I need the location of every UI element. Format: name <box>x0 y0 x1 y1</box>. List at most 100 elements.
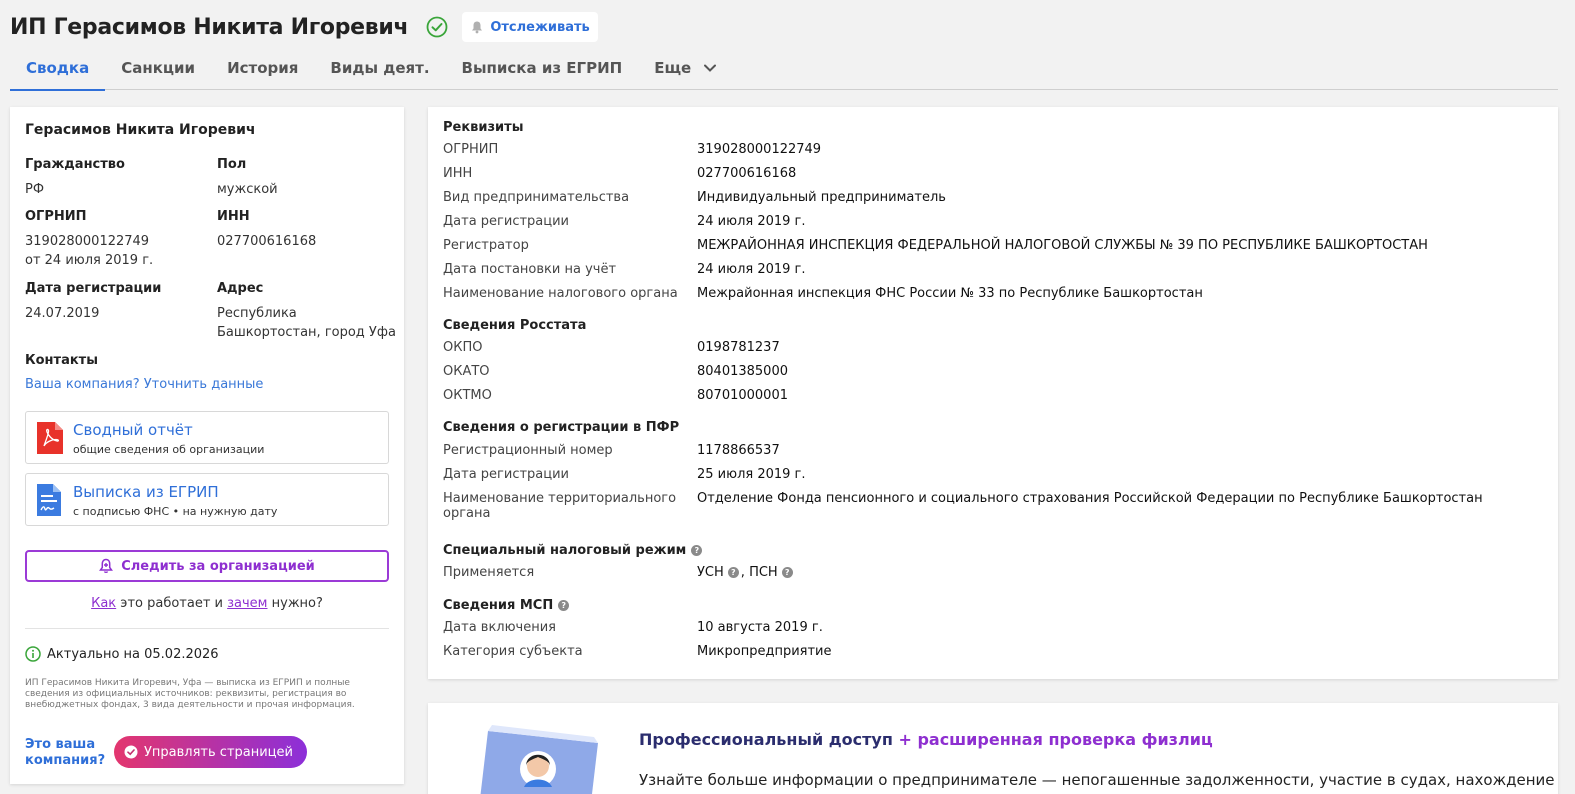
help-icon[interactable]: ? <box>691 545 703 556</box>
citizenship-value: РФ <box>25 182 45 197</box>
how-text-2: нужно? <box>267 596 323 611</box>
inn-value: 027700616168 <box>217 234 317 249</box>
tax-regime-title-text: Специальный налоговый режим <box>443 543 687 558</box>
tab-more[interactable]: Еще <box>638 50 732 90</box>
detail-key: Дата включения <box>443 620 557 635</box>
how-link[interactable]: Как <box>91 596 116 611</box>
detail-value: МЕЖРАЙОННАЯ ИНСПЕКЦИЯ ФЕДЕРАЛЬНОЙ НАЛОГО… <box>697 238 1428 253</box>
actuality-text: Актуально на 05.02.2026 <box>47 646 219 662</box>
pro-access-promo: Профессиональный доступ + расширенная пр… <box>428 703 1558 794</box>
help-icon[interactable]: ? <box>558 600 570 611</box>
pfr-title: Сведения о регистрации в ПФР <box>443 420 680 435</box>
person-avatar-illustration <box>480 725 598 794</box>
address-line-1: Республика <box>217 306 297 321</box>
detail-value: Индивидуальный предприниматель <box>697 190 946 205</box>
ogrnip-value: 319028000122749 <box>25 234 150 249</box>
tab-sanctions[interactable]: Санкции <box>105 50 211 90</box>
detail-key: ОКАТО <box>443 364 490 379</box>
detail-key: Категория субъекта <box>443 644 583 659</box>
contacts-label: Контакты <box>25 353 98 368</box>
regdate-label: Дата регистрации <box>25 281 162 296</box>
info-icon <box>25 646 41 662</box>
address-line-2: Башкортостан, город Уфа <box>217 325 396 340</box>
tax-separator: , <box>740 565 745 580</box>
detail-key: ОКПО <box>443 340 483 355</box>
tab-activities[interactable]: Виды деят. <box>314 50 445 90</box>
detail-key: ОКТМО <box>443 388 492 403</box>
egrip-extract-subtitle: с подписью ФНС • на нужную дату <box>73 505 278 518</box>
your-company-line-1: Это ваша <box>25 737 96 752</box>
detail-key: Регистратор <box>443 238 529 253</box>
requisites-title: Реквизиты <box>443 120 524 135</box>
msp-title: Сведения МСП ? <box>443 598 570 613</box>
summary-report-card[interactable]: Сводный отчёт общие сведения об организа… <box>25 411 389 464</box>
person-summary-card: Герасимов Никита Игоревич Гражданство РФ… <box>10 107 404 784</box>
detail-value: Межрайонная инспекция ФНС России № 33 по… <box>697 286 1203 301</box>
your-company-link[interactable]: Это ваша компания? <box>25 737 105 769</box>
document-signature-icon <box>37 484 61 516</box>
msp-title-text: Сведения МСП <box>443 598 554 613</box>
manage-page-label: Управлять страницей <box>144 744 293 760</box>
detail-value: Отделение Фонда пенсионного и социальног… <box>697 491 1483 506</box>
tab-more-label: Еще <box>654 59 692 77</box>
bell-icon <box>472 21 483 34</box>
divider <box>25 628 389 629</box>
page-title: ИП Герасимов Никита Игоревич <box>10 14 409 40</box>
promo-text: Узнайте больше информации о предпринимат… <box>639 771 1555 789</box>
help-icon[interactable]: ? <box>727 567 739 578</box>
ogrnip-date: от 24 июля 2019 г. <box>25 253 154 268</box>
detail-value: 24 июля 2019 г. <box>697 262 806 277</box>
detail-value: 027700616168 <box>697 166 797 181</box>
promo-title: Профессиональный доступ + расширенная пр… <box>639 730 1213 749</box>
promo-title-main: Профессиональный доступ <box>639 730 893 749</box>
actuality-note: Актуально на 05.02.2026 <box>25 646 219 662</box>
how-text-1: это работает и <box>116 596 228 611</box>
detail-key: Применяется <box>443 565 535 580</box>
track-label: Отслеживать <box>490 19 590 35</box>
detail-value: 80401385000 <box>697 364 788 379</box>
detail-key: ОГРНИП <box>443 142 499 157</box>
how-it-works-line: Как это работает и зачем нужно? <box>10 596 404 611</box>
pdf-icon <box>37 422 63 454</box>
address-label: Адрес <box>217 281 264 296</box>
verified-check-icon <box>426 16 448 38</box>
detail-key: Дата регистрации <box>443 467 570 482</box>
promo-title-plus: + расширенная проверка физлиц <box>898 730 1213 749</box>
summary-report-subtitle: общие сведения об организации <box>73 443 265 456</box>
detail-key: Дата постановки на учёт <box>443 262 617 277</box>
detail-value: 80701000001 <box>697 388 788 403</box>
details-card: Реквизиты ОГРНИП 319028000122749 ИНН 027… <box>428 107 1558 679</box>
gender-value: мужской <box>217 182 278 197</box>
tax-psn: ПСН <box>749 565 778 580</box>
detail-key: Дата регистрации <box>443 214 570 229</box>
tab-summary[interactable]: Сводка <box>10 50 106 91</box>
shield-check-icon <box>124 745 138 759</box>
track-button[interactable]: Отслеживать <box>462 12 598 42</box>
rosstat-title: Сведения Росстата <box>443 318 587 333</box>
detail-key: Наименование налогового органа <box>443 286 678 301</box>
tax-regime-values: УСН?, ПСН? <box>697 565 795 580</box>
follow-organization-button[interactable]: Следить за организацией <box>25 550 389 582</box>
detail-value: Микропредприятие <box>697 644 832 659</box>
detail-key: Вид предпринимательства <box>443 190 630 205</box>
update-data-link[interactable]: Ваша компания? Уточнить данные <box>25 377 263 392</box>
chevron-down-icon <box>704 64 717 72</box>
egrip-extract-card[interactable]: Выписка из ЕГРИП с подписью ФНС • на нуж… <box>25 473 389 526</box>
citizenship-label: Гражданство <box>25 157 125 172</box>
detail-key: Регистрационный номер <box>443 443 613 458</box>
help-icon[interactable]: ? <box>781 567 793 578</box>
detail-value: 10 августа 2019 г. <box>697 620 823 635</box>
detail-key: ИНН <box>443 166 473 181</box>
why-link[interactable]: зачем <box>227 596 267 611</box>
detail-value: 24 июля 2019 г. <box>697 214 806 229</box>
tax-regime-title: Специальный налоговый режим ? <box>443 543 703 558</box>
tab-history[interactable]: История <box>211 50 314 90</box>
tab-egrip-extract[interactable]: Выписка из ЕГРИП <box>446 50 639 90</box>
detail-key: Наименование территориального органа <box>443 491 677 521</box>
inn-label: ИНН <box>217 209 250 224</box>
summary-report-title: Сводный отчёт <box>73 421 193 439</box>
manage-page-button[interactable]: Управлять страницей <box>114 736 307 768</box>
bell-plus-icon <box>99 558 114 574</box>
detail-value: 1178866537 <box>697 443 780 458</box>
detail-value: 0198781237 <box>697 340 780 355</box>
